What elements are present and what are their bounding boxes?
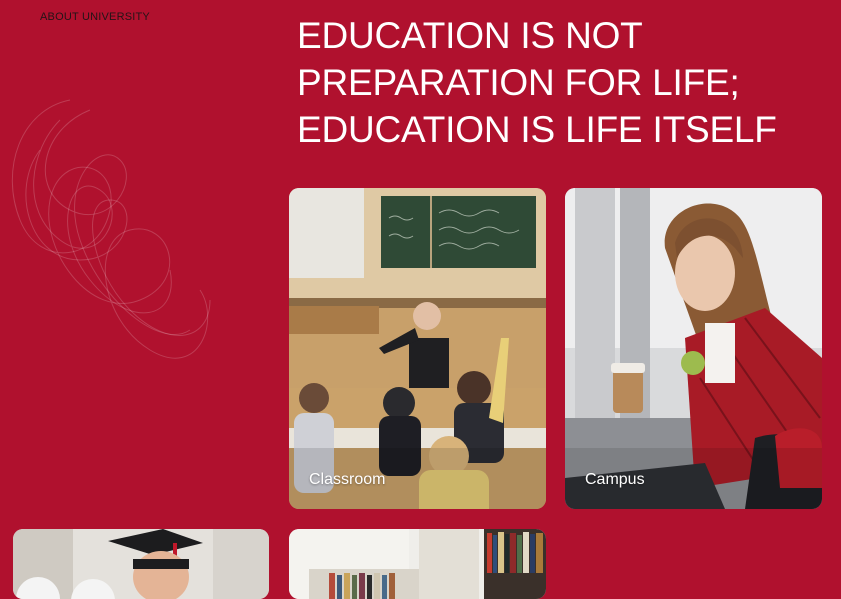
headline-line-3: EDUCATION IS LIFE ITSELF — [297, 109, 777, 150]
campus-caption: Campus — [585, 471, 645, 488]
page-headline: EDUCATION IS NOT PREPARATION FOR LIFE; E… — [297, 12, 817, 153]
graduation-card[interactable] — [13, 529, 269, 599]
classroom-card[interactable]: Classroom — [289, 188, 546, 509]
classroom-photo — [289, 188, 546, 509]
graduation-photo — [13, 529, 269, 599]
classroom-caption: Classroom — [309, 471, 386, 488]
decorative-scribble — [11, 99, 211, 359]
headline-line-2: PREPARATION FOR LIFE; — [297, 62, 740, 103]
library-photo — [289, 529, 546, 599]
section-label: ABOUT UNIVERSITY — [40, 11, 150, 23]
campus-card[interactable]: Campus — [565, 188, 822, 509]
headline-line-1: EDUCATION IS NOT — [297, 15, 643, 56]
library-card[interactable] — [289, 529, 546, 599]
campus-photo — [565, 188, 822, 509]
